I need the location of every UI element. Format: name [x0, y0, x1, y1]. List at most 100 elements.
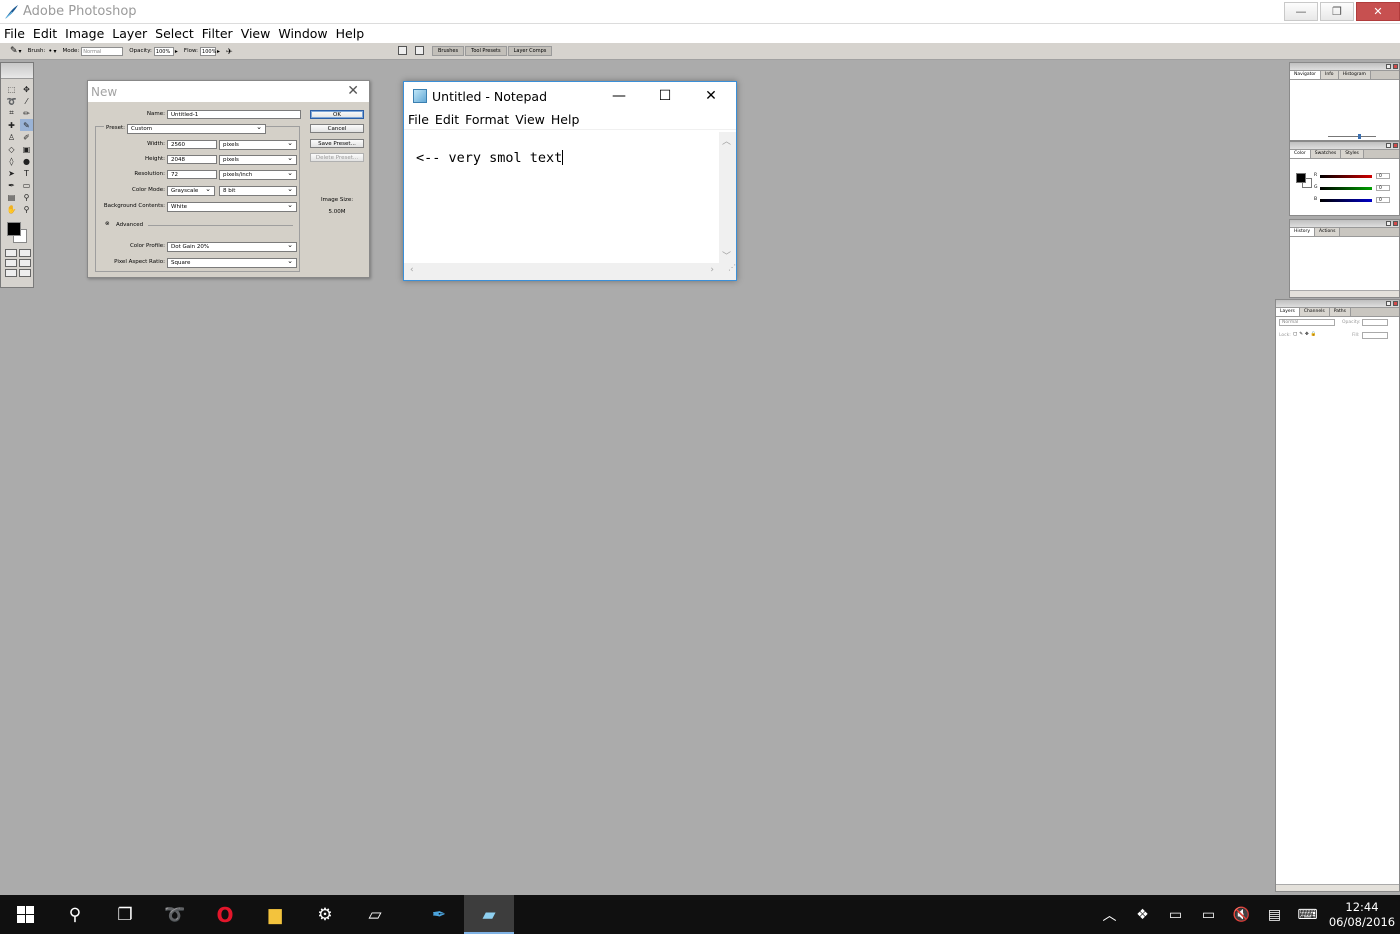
file-explorer-button[interactable]: ▆ [250, 895, 300, 934]
tab-styles[interactable]: Styles [1341, 150, 1364, 158]
photoshop-taskbar-button[interactable]: ✒ [414, 895, 464, 934]
zoom-slider-thumb[interactable] [1358, 134, 1361, 139]
tab-histogram[interactable]: Histogram [1338, 71, 1371, 79]
path-selection-tool-icon[interactable]: ➤ [5, 167, 18, 179]
cancel-button[interactable]: Cancel [310, 124, 364, 133]
resolution-unit-select[interactable]: pixels/inch [219, 169, 297, 180]
scroll-right-icon[interactable]: › [710, 265, 714, 275]
notepad-titlebar[interactable]: Untitled - Notepad — ☐ ✕ [404, 82, 736, 110]
tool-preset-dropdown-icon[interactable]: ▾ [19, 48, 22, 55]
flow-input[interactable]: 100% [200, 46, 216, 56]
blend-mode-select[interactable]: Normal [1279, 319, 1335, 326]
search-button[interactable]: ⚲ [50, 895, 100, 934]
notepad-maximize-button[interactable]: ☐ [642, 82, 688, 110]
clone-stamp-tool-icon[interactable]: ♙ [5, 131, 18, 143]
minimize-button[interactable]: — [1284, 2, 1318, 21]
zoom-tool-icon[interactable]: ⚲ [20, 203, 33, 215]
palette-drag-bar[interactable] [1290, 63, 1399, 71]
opacity-input[interactable]: 100% [153, 46, 174, 56]
start-button[interactable] [0, 895, 50, 934]
jump-to-icon[interactable] [19, 269, 31, 277]
tab-channels[interactable]: Channels [1299, 308, 1330, 316]
marquee-tool-icon[interactable]: ⬚ [5, 83, 18, 95]
width-input[interactable]: 2560 [167, 140, 217, 149]
dialog-close-icon[interactable]: ✕ [347, 83, 359, 99]
zoom-slider[interactable] [1328, 136, 1376, 137]
menu-image[interactable]: Image [61, 26, 108, 41]
brush-dropdown-icon[interactable]: ▾ [53, 48, 56, 55]
palette-close-icon[interactable] [1393, 301, 1398, 306]
notes-tool-icon[interactable]: ▤ [5, 191, 18, 203]
brush-size-picker[interactable]: • [48, 47, 52, 55]
palette-close-icon[interactable] [1393, 143, 1398, 148]
type-tool-icon[interactable]: T [20, 167, 33, 179]
advanced-toggle-icon[interactable]: ⊗ [105, 221, 110, 227]
tab-brushes[interactable]: Brushes [432, 46, 465, 56]
device-icon[interactable]: ▭ [1159, 907, 1192, 923]
screen-mode-full-icon[interactable] [19, 259, 31, 267]
ok-button[interactable]: OK [310, 110, 364, 119]
background-contents-select[interactable]: White [167, 201, 297, 212]
height-input[interactable]: 2048 [167, 155, 217, 164]
brush-tool-icon[interactable]: ✎ [10, 46, 18, 56]
notepad-taskbar-button[interactable]: ▰ [464, 895, 514, 934]
slice-tool-icon[interactable]: ✏ [20, 107, 33, 119]
eraser-tool-icon[interactable]: ◇ [5, 143, 18, 155]
volume-muted-icon[interactable]: 🔇 [1225, 907, 1258, 923]
advanced-label[interactable]: Advanced [116, 222, 143, 228]
healing-brush-tool-icon[interactable]: ✚ [5, 119, 18, 131]
color-mode-select[interactable]: Grayscale [167, 185, 215, 196]
blue-channel-slider[interactable] [1320, 199, 1372, 202]
dropbox-icon[interactable]: ❖ [1126, 907, 1159, 923]
settings-button[interactable]: ⚙ [300, 895, 350, 934]
palette-well-icon[interactable] [415, 46, 424, 55]
move-tool-icon[interactable]: ✥ [20, 83, 33, 95]
menu-view[interactable]: View [237, 26, 275, 41]
file-browser-icon[interactable] [398, 46, 407, 55]
save-preset-button[interactable]: Save Preset... [310, 139, 364, 148]
notepad-menu-edit[interactable]: Edit [432, 112, 462, 127]
palette-minimize-icon[interactable] [1386, 64, 1391, 69]
tab-color[interactable]: Color [1290, 150, 1311, 158]
tab-info[interactable]: Info [1321, 71, 1339, 79]
menu-window[interactable]: Window [274, 26, 331, 41]
red-channel-slider[interactable] [1320, 175, 1372, 178]
shape-tool-icon[interactable]: ▭ [20, 179, 33, 191]
width-unit-select[interactable]: pixels [219, 139, 297, 150]
notepad-menu-view[interactable]: View [512, 112, 548, 127]
action-center-icon[interactable]: ▤ [1258, 907, 1291, 923]
scroll-down-icon[interactable]: ﹀ [722, 249, 731, 262]
lock-icons[interactable]: ▢✎✥🔒 [1293, 332, 1318, 337]
notepad-text-area[interactable]: <-- very smol text [404, 132, 720, 264]
pen-tool-icon[interactable]: ✒ [5, 179, 18, 191]
restore-button[interactable]: ❐ [1320, 2, 1354, 21]
tab-history[interactable]: History [1290, 228, 1316, 236]
gradient-tool-icon[interactable]: ▣ [20, 143, 33, 155]
resize-grip-icon[interactable]: ⋰ [719, 263, 736, 280]
color-fg-swatch[interactable] [1296, 173, 1306, 183]
screen-mode-standard-icon[interactable] [5, 259, 17, 267]
tab-layer-comps[interactable]: Layer Comps [507, 46, 553, 56]
clock[interactable]: 12:44 06/08/2016 [1324, 900, 1400, 930]
tab-navigator[interactable]: Navigator [1290, 71, 1322, 79]
palette-drag-bar[interactable] [1290, 220, 1399, 228]
resolution-input[interactable]: 72 [167, 170, 217, 179]
battery-icon[interactable]: ▭ [1192, 907, 1225, 923]
notepad-menu-help[interactable]: Help [548, 112, 583, 127]
palette-drag-bar[interactable] [1276, 300, 1399, 308]
notepad-menu-file[interactable]: File [404, 112, 432, 127]
mode-select[interactable]: Normal [81, 46, 124, 56]
green-channel-value[interactable]: 0 [1376, 185, 1390, 191]
palette-close-icon[interactable] [1393, 221, 1398, 226]
crop-tool-icon[interactable]: ⌗ [5, 107, 18, 119]
blur-tool-icon[interactable]: ◊ [5, 155, 18, 167]
horizontal-scrollbar[interactable]: ‹ › [404, 263, 720, 280]
blue-channel-value[interactable]: 0 [1376, 197, 1390, 203]
palette-minimize-icon[interactable] [1386, 221, 1391, 226]
scroll-up-icon[interactable]: ︿ [722, 134, 731, 147]
notepad-minimize-button[interactable]: — [596, 82, 642, 110]
menu-help[interactable]: Help [332, 26, 369, 41]
preset-select[interactable]: Custom [127, 123, 266, 134]
airbrush-icon[interactable]: ✈ [226, 47, 233, 56]
task-view-button[interactable]: ❐ [100, 895, 150, 934]
